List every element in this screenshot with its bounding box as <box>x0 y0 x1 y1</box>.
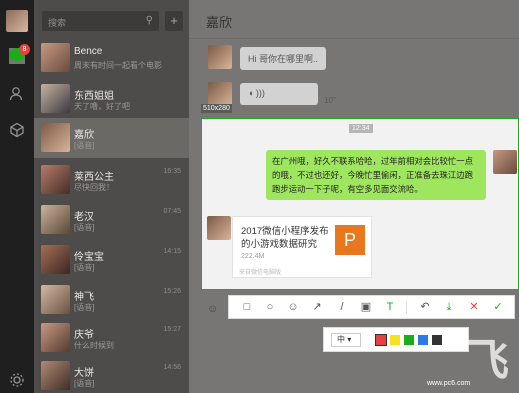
avatar <box>207 216 231 240</box>
pen-tool-icon[interactable]: / <box>335 300 349 314</box>
avatar <box>41 43 70 72</box>
conversation-item-active[interactable]: 嘉欣 [语音] <box>34 118 189 158</box>
avatar <box>41 285 70 314</box>
powerpoint-icon: P <box>335 225 365 255</box>
avatar <box>41 165 70 194</box>
conversation-name: 嘉欣 <box>74 130 94 141</box>
settings-icon[interactable] <box>9 372 25 388</box>
conversation-time: 15:26 <box>163 288 181 295</box>
search-placeholder: 搜索 <box>48 18 67 28</box>
conversation-preview: [语音] <box>74 223 95 232</box>
voice-message[interactable]: ◖ ))) <box>240 83 318 105</box>
save-icon[interactable]: ⤓ <box>442 300 456 314</box>
conversation-name: 神飞 <box>74 292 94 303</box>
avatar <box>41 323 70 352</box>
voice-icon: ◖ ))) <box>248 88 265 98</box>
conversation-item[interactable]: 庆爷 什么时候到 15:27 <box>34 318 189 358</box>
done-icon[interactable]: ✓ <box>491 300 505 314</box>
conversation-preview: 天了噜，好了吧 <box>74 102 130 111</box>
conversation-time: 14:56 <box>163 364 181 371</box>
conversation-time: 15:27 <box>163 326 181 333</box>
avatar <box>41 361 70 390</box>
conversation-item[interactable]: 伶宝宝 [语音] 14:15 <box>34 240 189 280</box>
my-avatar[interactable] <box>6 10 28 32</box>
screenshot-toolbar: □ ○ ☺ ↗ / ▣ T ↶ ⤓ ✕ ✓ <box>228 295 515 319</box>
conversation-time: 14:15 <box>163 248 181 255</box>
conversation-item[interactable]: 东西姐姐 天了噜，好了吧 <box>34 79 189 119</box>
my-message-avatar <box>493 150 517 174</box>
conversation-item[interactable]: Bence 周末有时间一起看个电影 <box>34 38 189 78</box>
divider <box>189 38 519 39</box>
chat-title: 嘉欣 <box>206 15 233 30</box>
conversation-time: 07:45 <box>163 208 181 215</box>
toolbar-divider <box>406 301 407 314</box>
chat-icon[interactable]: 8 <box>9 44 30 64</box>
cancel-icon[interactable]: ✕ <box>467 300 481 314</box>
conversation-time: 16:35 <box>163 168 181 175</box>
watermark: 飞 www.pc6.com <box>405 322 519 393</box>
avatar <box>41 205 70 234</box>
font-size-select[interactable]: 中 ▾ <box>331 333 361 347</box>
conversation-preview: [语音] <box>74 263 95 272</box>
file-size: 222.4M <box>241 253 265 260</box>
color-swatch-red[interactable] <box>375 334 387 346</box>
unread-badge: 8 <box>19 44 30 55</box>
conversation-item[interactable]: 老汉 [语音] 07:45 <box>34 200 189 240</box>
watermark-logo: 飞 <box>465 336 509 385</box>
search-input[interactable]: 搜索 ⚲ <box>42 11 159 31</box>
file-title: 2017微信小程序发布的小游戏数据研究 <box>241 226 329 250</box>
mosaic-tool-icon[interactable]: ▣ <box>359 300 373 314</box>
watermark-url: www.pc6.com <box>427 380 471 387</box>
ellipse-tool-icon[interactable]: ○ <box>263 300 277 314</box>
conversation-name: 大饼 <box>74 368 94 379</box>
conversation-preview: 周末有时间一起看个电影 <box>74 61 162 70</box>
font-size-value: 中 <box>337 335 345 344</box>
color-swatch-yellow[interactable] <box>390 335 400 345</box>
left-rail: 8 <box>0 0 34 393</box>
arrow-tool-icon[interactable]: ↗ <box>310 300 324 314</box>
conversation-name: 庆爷 <box>74 330 94 341</box>
conversation-name: 伶宝宝 <box>74 252 104 263</box>
conversation-preview: 尽快回我！ <box>74 183 114 192</box>
outgoing-message: 在广州哦，好久不联系哈哈，过年前相对会比较忙一点的哦，不过也还好，今晚忙里偷闲，… <box>266 150 486 200</box>
file-card[interactable]: 2017微信小程序发布的小游戏数据研究 222.4M 来自微信电脑版 P <box>232 216 372 278</box>
avatar <box>41 84 70 113</box>
selection-size-label: 510x280 <box>201 104 232 113</box>
avatar <box>208 45 232 69</box>
conversation-name: Bence <box>74 46 103 57</box>
conversation-preview: 什么时候到 <box>74 341 114 350</box>
conversation-name: 莱西公主 <box>74 172 114 183</box>
text-tool-icon[interactable]: T <box>383 300 397 314</box>
conversation-preview: [语音] <box>74 141 95 150</box>
message-bubble: Hi 哥你在哪里啊.. <box>240 47 327 70</box>
conversation-list: 搜索 ⚲ + Bence 周末有时间一起看个电影 东西姐姐 天了噜，好了吧 嘉欣… <box>34 0 189 393</box>
emoji-icon[interactable]: ☺ <box>207 303 218 315</box>
favorites-icon[interactable] <box>9 122 25 138</box>
conversation-item[interactable]: 神飞 [语音] 15:26 <box>34 280 189 320</box>
conversation-preview: [语音] <box>74 303 95 312</box>
file-source: 来自微信电脑版 <box>239 270 282 276</box>
emoji-tool-icon[interactable]: ☺ <box>286 300 300 314</box>
contacts-icon[interactable] <box>9 86 25 102</box>
conversation-item[interactable]: 大饼 [语音] 14:56 <box>34 356 189 393</box>
avatar <box>41 123 70 152</box>
avatar <box>208 82 232 106</box>
voice-length: 10" <box>324 96 336 105</box>
undo-icon[interactable]: ↶ <box>418 300 432 314</box>
avatar <box>41 245 70 274</box>
search-icon: ⚲ <box>145 15 153 26</box>
rectangle-tool-icon[interactable]: □ <box>240 300 254 314</box>
add-button[interactable]: + <box>165 11 183 31</box>
conversation-name: 老汉 <box>74 212 94 223</box>
conversation-name: 东西姐姐 <box>74 91 114 102</box>
conversation-preview: [语音] <box>74 379 95 388</box>
message-timestamp: 12:34 <box>349 124 373 133</box>
conversation-item[interactable]: 莱西公主 尽快回我！ 16:35 <box>34 160 189 200</box>
